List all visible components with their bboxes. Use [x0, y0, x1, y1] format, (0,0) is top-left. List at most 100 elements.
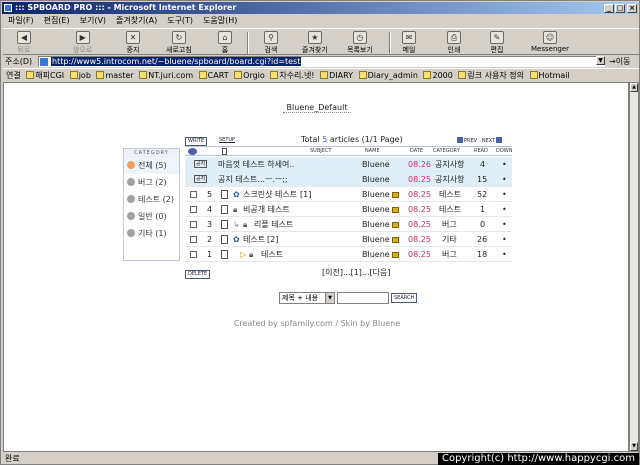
delete-button[interactable]: DELETE: [185, 270, 211, 279]
post-subject[interactable]: 마음껏 테스트 하세여..: [218, 157, 294, 172]
scroll-up-icon[interactable]: ▲: [630, 83, 638, 92]
post-subject[interactable]: 리플 테스트: [254, 217, 293, 232]
post-author[interactable]: Bluene: [362, 187, 390, 202]
post-author[interactable]: Bluene: [362, 202, 390, 217]
maximize-button[interactable]: □: [615, 4, 625, 13]
link-item[interactable]: job: [67, 69, 91, 81]
category-header: CATEGORY: [124, 149, 179, 157]
post-author[interactable]: Bluene: [362, 157, 390, 172]
go-button[interactable]: →이동: [609, 56, 630, 67]
row-checkbox[interactable]: [190, 221, 197, 228]
history-button[interactable]: ◷ 목록보기: [347, 31, 373, 55]
prev-link[interactable]: PREV: [464, 138, 477, 144]
select-all-icon[interactable]: [188, 148, 197, 155]
profile-icon[interactable]: [392, 222, 399, 228]
post-subject[interactable]: 비공개 테스트: [243, 202, 290, 217]
link-item[interactable]: 차수리.넷!: [267, 69, 315, 81]
messenger-icon: ☺: [543, 31, 557, 44]
link-item[interactable]: NT.juri.com: [136, 69, 193, 81]
print-button[interactable]: ⎙ 인쇄: [447, 31, 461, 55]
link-page-icon: [96, 71, 105, 79]
link-item[interactable]: Diary_admin: [356, 69, 418, 81]
post-author[interactable]: Bluene: [362, 247, 390, 262]
address-label: 주소(D): [5, 57, 33, 66]
link-item[interactable]: CART: [196, 69, 229, 81]
menu-favorites[interactable]: 즐겨찾기(A): [111, 14, 162, 27]
table-row[interactable]: 공지 공지 테스트...ㅡ.ㅡ;; Bluene 08.25 공지사항 15 •: [185, 172, 512, 187]
scroll-down-icon[interactable]: ▼: [630, 442, 638, 451]
pagination[interactable]: [이전]...[1]...[다음]: [322, 267, 391, 278]
table-row[interactable]: 5 ✿ 스크린샷 테스트 [1] Bluene 08.25 테스트 52 •: [185, 187, 512, 202]
row-checkbox[interactable]: [190, 206, 197, 213]
home-button[interactable]: ⌂ 홈: [218, 31, 232, 55]
category-item-bug[interactable]: 버그 (2): [124, 174, 179, 191]
mail-button[interactable]: ✉ 메일: [402, 31, 416, 55]
row-checkbox[interactable]: [190, 191, 197, 198]
link-item[interactable]: master: [93, 69, 134, 81]
search-button[interactable]: ⚲ 검색: [264, 31, 278, 55]
menu-view[interactable]: 보기(V): [75, 14, 111, 27]
ie-icon: [4, 4, 12, 12]
menu-tools[interactable]: 도구(T): [162, 14, 198, 27]
link-item[interactable]: 2000: [420, 69, 453, 81]
table-row[interactable]: 2 ✿ 테스트 [2] Bluene 08.25 기타 26 •: [185, 232, 512, 247]
forward-button[interactable]: ▶ 앞으로: [73, 31, 92, 55]
back-button[interactable]: ◀ 뒤로: [17, 31, 31, 55]
history-icon: ◷: [352, 31, 367, 44]
edit-button[interactable]: ✎ 편집: [490, 31, 504, 55]
link-item[interactable]: Hotmail: [527, 69, 570, 81]
table-row[interactable]: 3 ↳ 🔒︎ 리플 테스트 Bluene 08.25 버그 0 •: [185, 217, 512, 232]
vertical-scrollbar[interactable]: ▲ ▼: [629, 82, 639, 452]
setup-link[interactable]: SETUP: [219, 137, 235, 144]
profile-icon[interactable]: [392, 192, 399, 198]
post-read-count: 26: [477, 235, 488, 244]
menu-file[interactable]: 파일(F): [3, 14, 39, 27]
minimize-button[interactable]: _: [604, 4, 614, 13]
table-row[interactable]: 공지 마음껏 테스트 하세여.. Bluene 08.26 공지사항 4 •: [185, 157, 512, 172]
search-submit-button[interactable]: SEARCH: [391, 293, 418, 303]
address-input[interactable]: http://www5.introcom.net/~bluene/spboard…: [38, 56, 605, 67]
close-button[interactable]: ×: [627, 4, 637, 13]
address-dropdown-icon[interactable]: ▼: [596, 56, 605, 65]
link-item[interactable]: DIARY: [317, 69, 353, 81]
menu-edit[interactable]: 편집(E): [39, 14, 75, 27]
table-row[interactable]: 4 🔒︎ 비공개 테스트 Bluene 08.25 테스트 1 •: [185, 202, 512, 217]
link-item[interactable]: 링크 사용자 정의: [455, 69, 524, 81]
search-input[interactable]: [337, 292, 389, 304]
category-item-etc[interactable]: 기타 (1): [124, 225, 179, 242]
row-checkbox[interactable]: [190, 236, 197, 243]
next-arrow-icon[interactable]: [496, 137, 503, 143]
prev-next-nav: PREV NEXT: [456, 137, 503, 145]
next-link[interactable]: NEXT: [482, 138, 495, 144]
profile-icon[interactable]: [392, 207, 399, 213]
write-button[interactable]: WRITE: [185, 137, 208, 146]
post-subject[interactable]: 스크린샷 테스트: [243, 187, 297, 202]
post-subject[interactable]: 테스트: [261, 247, 283, 262]
board-title: Bluene_Default: [4, 103, 630, 113]
post-author[interactable]: Bluene: [362, 217, 390, 232]
category-item-general[interactable]: 일반 (0): [124, 208, 179, 225]
search-field-select[interactable]: 제목 + 내용 ▼: [279, 292, 335, 304]
link-page-icon: [198, 71, 207, 79]
post-author[interactable]: Bluene: [362, 172, 390, 187]
category-item-test[interactable]: 테스트 (2): [124, 191, 179, 208]
favorites-button[interactable]: ★ 즐겨찾기: [302, 31, 328, 55]
address-url[interactable]: http://www5.introcom.net/~bluene/spboard…: [51, 57, 302, 66]
messenger-button[interactable]: ☺ Messenger: [531, 31, 569, 55]
post-subject[interactable]: 공지 테스트...ㅡ.ㅡ;;: [218, 172, 288, 187]
print-icon: ⎙: [447, 31, 461, 44]
post-subject[interactable]: 테스트: [243, 232, 265, 247]
post-author[interactable]: Bluene: [362, 232, 390, 247]
profile-icon[interactable]: [392, 237, 399, 243]
category-item-all[interactable]: 전체 (5): [124, 157, 179, 174]
browser-window: ::: SPBOARD PRO ::: - Microsoft Internet…: [0, 0, 640, 465]
profile-icon[interactable]: [392, 252, 399, 258]
link-item[interactable]: 해피CGI: [23, 69, 64, 81]
prev-arrow-icon[interactable]: [457, 137, 463, 143]
link-item[interactable]: Orgio: [231, 69, 265, 81]
stop-button[interactable]: ✕ 중지: [126, 31, 140, 55]
table-row[interactable]: 1 ▷ 🔒︎ 테스트 Bluene 08.25 버그 18 •: [185, 247, 512, 262]
menu-help[interactable]: 도움말(H): [198, 14, 242, 27]
row-checkbox[interactable]: [190, 251, 197, 258]
refresh-button[interactable]: ↻ 새로고침: [166, 31, 192, 55]
